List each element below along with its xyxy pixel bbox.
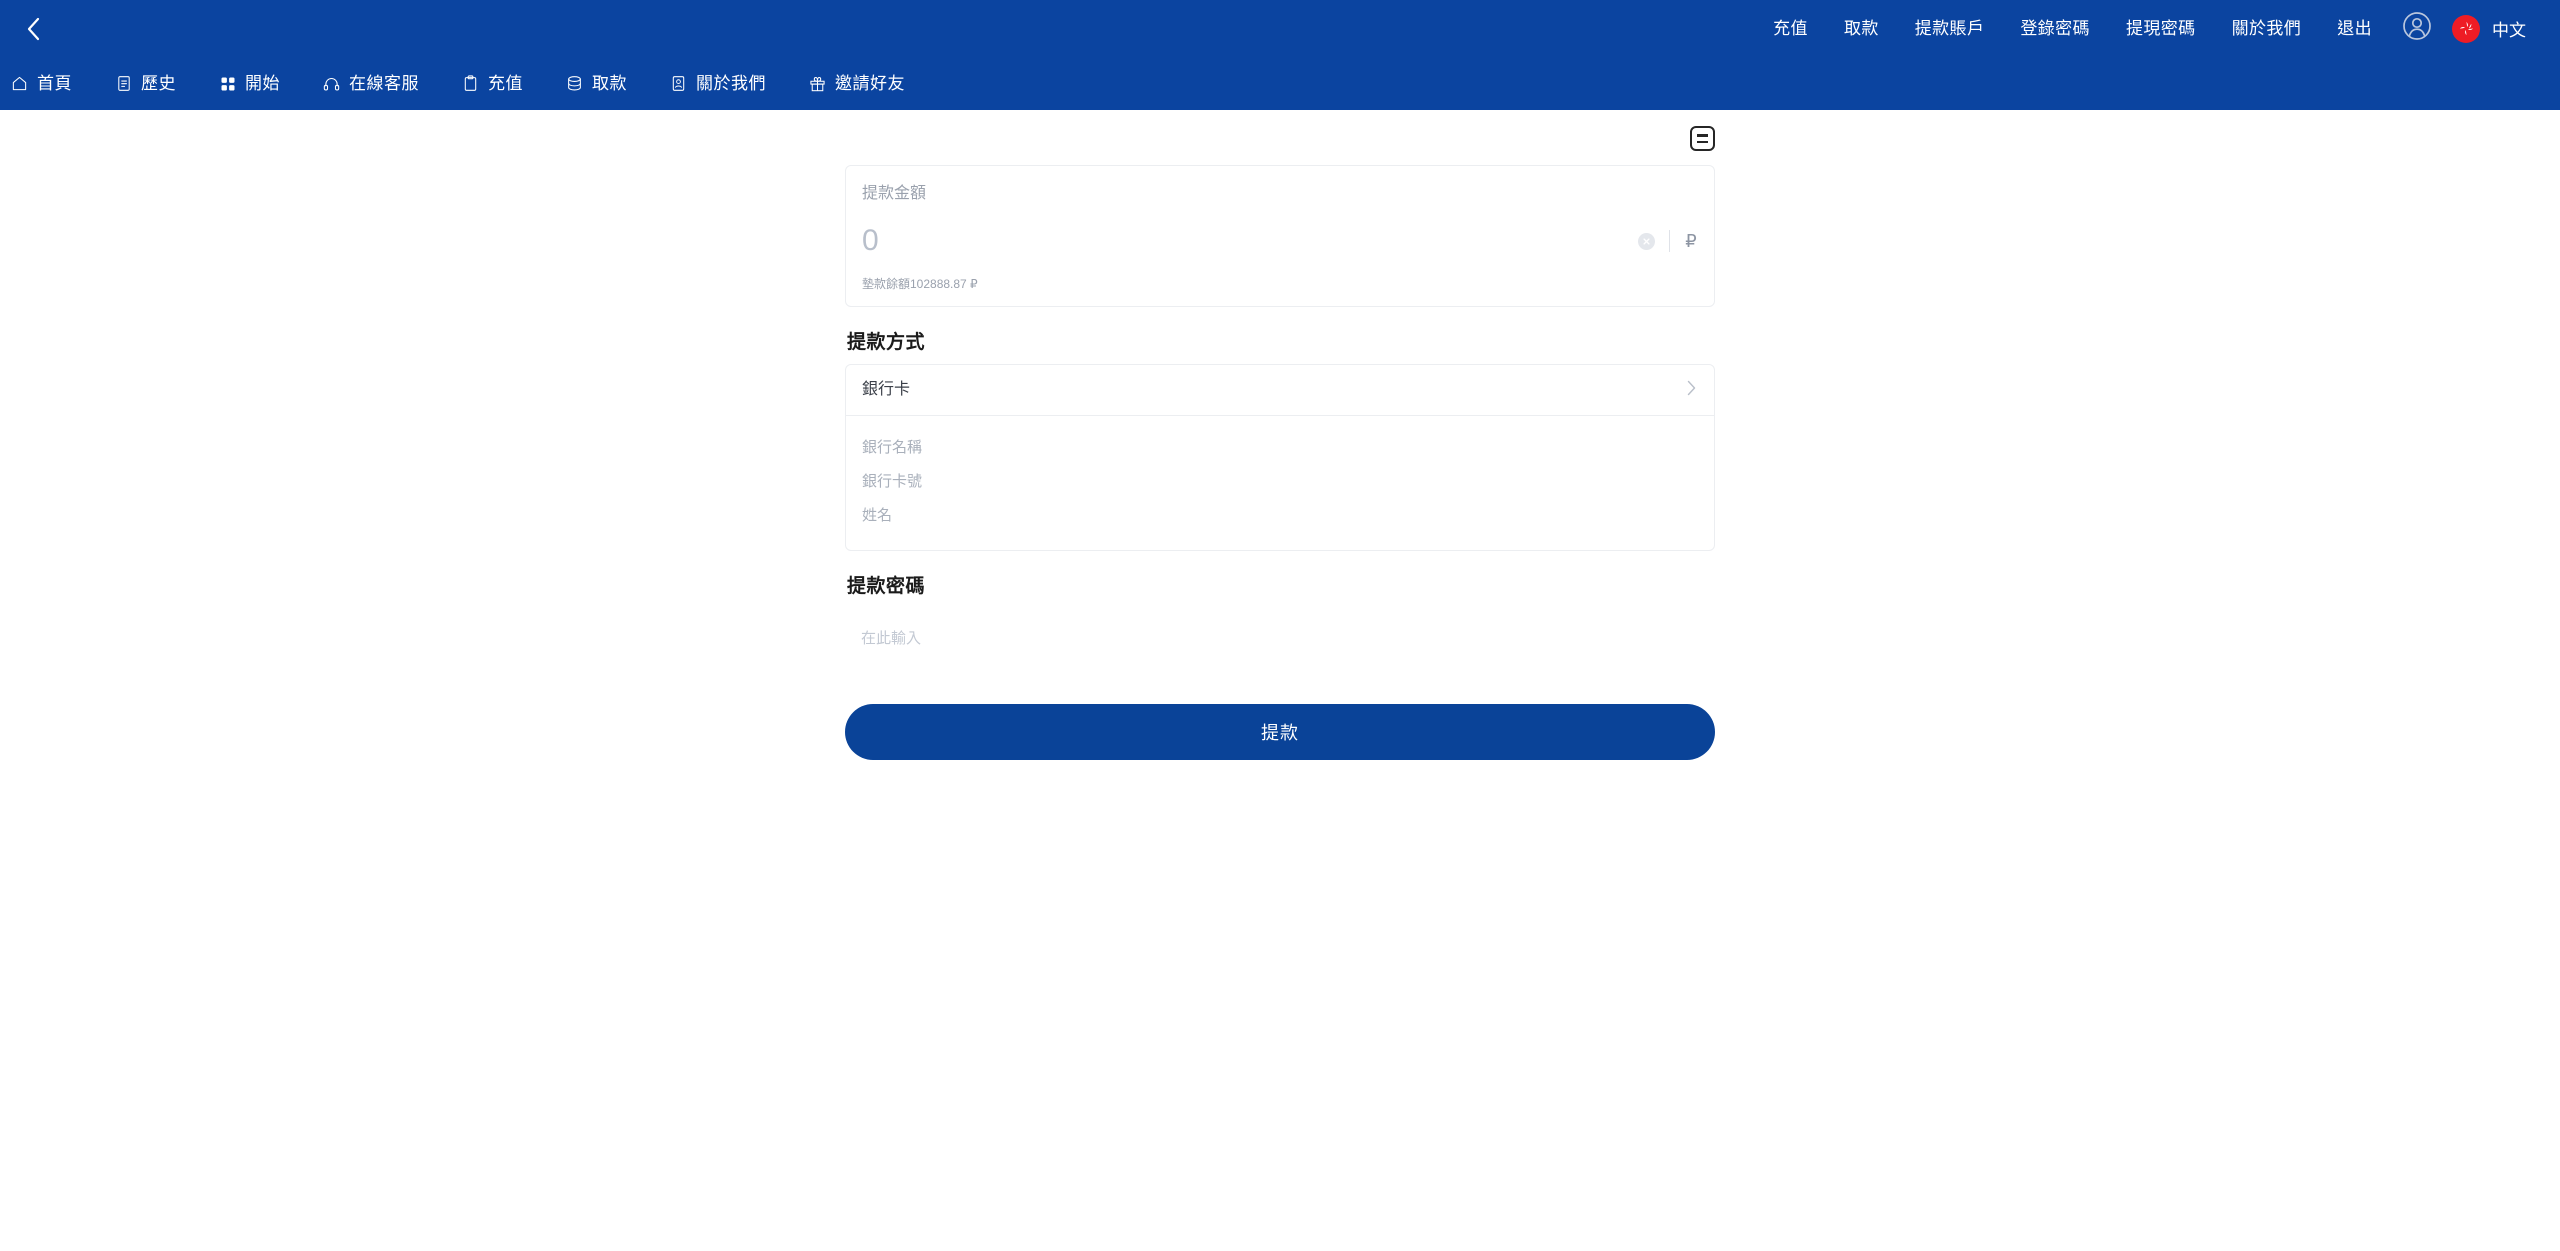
primary-nav: 首頁 歷史 開始 在線客服 充值 取款 關於我們 邀請好友 [0,57,2560,110]
header-link-login-password[interactable]: 登錄密碼 [2002,20,2108,37]
affix-divider [1669,230,1670,252]
balance-note: 墊款餘額102888.87 ₽ [862,277,978,291]
nav-label-home: 首頁 [37,74,72,93]
gift-icon [808,74,827,93]
amount-label: 提款金額 [862,185,927,202]
nav-label-start: 開始 [245,74,280,93]
nav-label-deposit: 充值 [488,74,523,93]
clear-circle-icon[interactable] [1638,232,1655,250]
user-circle-icon [2402,11,2432,46]
nav-item-deposit[interactable]: 充值 [461,74,523,93]
hongkong-flag-icon [2452,14,2480,43]
account-holder-name-input[interactable]: 姓名 [862,498,1698,532]
grid-icon [218,74,237,93]
withdraw-password-placeholder: 在此輸入 [861,630,922,647]
coins-stack-icon [565,74,584,93]
withdraw-method-card: 銀行卡 銀行名稱 銀行卡號 姓名 [845,364,1715,551]
header-link-about-us[interactable]: 關於我們 [2214,20,2320,37]
nav-item-home[interactable]: 首頁 [10,74,72,93]
header-link-withdraw-password[interactable]: 提現密碼 [2108,20,2214,37]
nav-label-online-service: 在線客服 [349,74,419,93]
account-button[interactable] [2400,12,2434,46]
nav-item-history[interactable]: 歷史 [114,74,176,93]
amount-input-row[interactable]: 0 ₽ [862,226,1698,256]
nav-label-history: 歷史 [141,74,176,93]
language-label: 中文 [2492,21,2526,40]
nav-label-invite-friends: 邀請好友 [835,74,905,93]
header-link-deposit[interactable]: 充值 [1755,20,1826,37]
amount-input[interactable]: 0 [862,226,879,256]
withdraw-amount-card: 提款金額 0 ₽ 墊款餘額102888.87 ₽ [845,165,1715,307]
bank-name-placeholder: 銀行名稱 [862,438,923,456]
records-row [845,110,1715,165]
records-line [1697,134,1708,137]
nav-label-withdraw: 取款 [592,74,627,93]
header-link-logout[interactable]: 退出 [2319,20,2390,37]
chevron-right-icon [1685,379,1698,402]
bank-name-input[interactable]: 銀行名稱 [862,430,1698,464]
home-icon [10,74,29,93]
chevron-left-icon [24,16,44,42]
app-header: 充值 取款 提款賬戶 登錄密碼 提現密碼 關於我們 退出 中文 首頁 歷史 開始… [0,0,2560,110]
nav-label-about-us: 關於我們 [696,74,766,93]
id-card-icon [669,74,688,93]
document-icon [114,74,133,93]
header-link-withdraw-account[interactable]: 提款賬戶 [1897,20,2003,37]
withdraw-submit-button[interactable]: 提款 [845,704,1715,760]
records-list-icon[interactable] [1690,126,1715,151]
header-link-withdraw[interactable]: 取款 [1826,20,1897,37]
nav-item-invite-friends[interactable]: 邀請好友 [808,74,905,93]
withdraw-password-input[interactable]: 在此輸入 [845,608,1715,668]
withdraw-password-title: 提款密碼 [847,576,926,597]
method-selected-label: 銀行卡 [862,381,911,398]
method-select-row[interactable]: 銀行卡 [846,365,1714,416]
back-button[interactable] [14,9,54,49]
page-body: 提款金額 0 ₽ 墊款餘額102888.87 ₽ 提款方式 銀行卡 銀行名稱 銀… [0,110,2560,1251]
header-top-bar: 充值 取款 提款賬戶 登錄密碼 提現密碼 關於我們 退出 中文 [0,0,2560,57]
nav-item-about-us[interactable]: 關於我們 [669,74,766,93]
bank-card-number-placeholder: 銀行卡號 [862,472,923,490]
withdraw-method-title: 提款方式 [847,332,926,353]
bank-card-number-input[interactable]: 銀行卡號 [862,464,1698,498]
nav-item-online-service[interactable]: 在線客服 [322,74,419,93]
clipboard-icon [461,74,480,93]
account-holder-name-placeholder: 姓名 [862,506,893,524]
headset-icon [322,74,341,93]
language-switcher[interactable]: 中文 [2452,14,2526,43]
amount-input-affix: ₽ [1638,230,1698,252]
nav-item-withdraw[interactable]: 取款 [565,74,627,93]
records-line [1697,140,1708,143]
header-menu: 充值 取款 提款賬戶 登錄密碼 提現密碼 關於我們 退出 中文 [1755,12,2526,46]
currency-symbol: ₽ [1685,231,1697,251]
withdraw-form: 提款金額 0 ₽ 墊款餘額102888.87 ₽ 提款方式 銀行卡 銀行名稱 銀… [845,110,1715,760]
nav-item-start[interactable]: 開始 [218,74,280,93]
method-fields: 銀行名稱 銀行卡號 姓名 [846,416,1714,550]
